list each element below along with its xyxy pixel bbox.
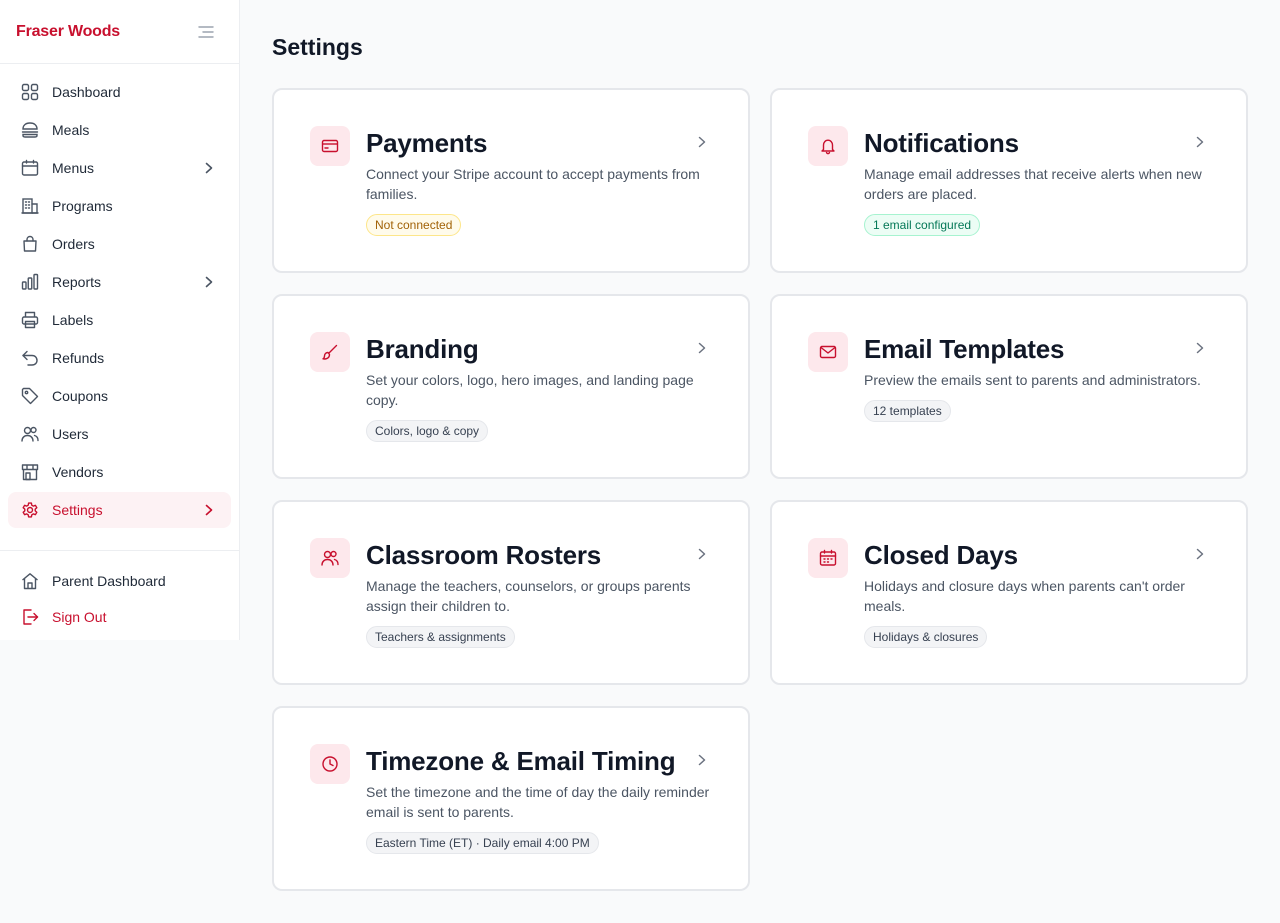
chevron-right-icon [1192,134,1208,150]
sidebar-item-label: Users [52,426,89,442]
sidebar-item-coupons[interactable]: Coupons [8,378,231,414]
menu-collapse-icon [198,25,214,38]
burger-icon [20,120,40,140]
status-badge: Not connected [366,214,462,236]
sidebar-item-vendors[interactable]: Vendors [8,454,231,490]
sidebar-item-refunds[interactable]: Refunds [8,340,231,376]
settings-card-branding[interactable]: Branding Set your colors, logo, hero ima… [272,294,750,479]
card-title: Email Templates [864,334,1065,364]
card-description: Preview the emails sent to parents and a… [864,372,1201,388]
sidebar-item-menus[interactable]: Menus [8,150,231,186]
mail-icon [808,332,848,372]
printer-icon [20,310,40,330]
chevron-right-icon [201,502,217,518]
card-title: Closed Days [864,540,1018,570]
settings-card-payments[interactable]: Payments Connect your Stripe account to … [272,88,750,273]
sidebar-item-label: Programs [52,198,113,214]
sidebar-item-users[interactable]: Users [8,416,231,452]
chevron-right-icon [694,752,710,768]
chevron-right-icon [1192,546,1208,562]
chevron-right-icon [694,546,710,562]
sign-out-button[interactable]: Sign Out [8,599,231,635]
sidebar-header: Fraser Woods [0,0,239,64]
store-icon [20,462,40,482]
card-description: Connect your Stripe account to accept pa… [366,166,700,202]
sidebar-item-reports[interactable]: Reports [8,264,231,300]
chevron-right-icon [694,134,710,150]
settings-card-email-templates[interactable]: Email Templates Preview the emails sent … [770,294,1248,479]
status-badge: Holidays & closures [864,626,988,648]
sidebar-item-parent-dashboard[interactable]: Parent Dashboard [8,563,231,599]
settings-card-timezone[interactable]: Timezone & Email Timing Set the timezone… [272,706,750,891]
card-description: Manage email addresses that receive aler… [864,166,1202,202]
sidebar-item-label: Parent Dashboard [52,573,166,589]
card-title: Payments [366,128,488,158]
sidebar-item-orders[interactable]: Orders [8,226,231,262]
chevron-right-icon [201,274,217,290]
sidebar-item-label: Settings [52,502,103,518]
building-icon [20,196,40,216]
sidebar-item-label: Reports [52,274,102,290]
status-badge: 12 templates [864,400,951,422]
credit-card-icon [310,126,350,166]
card-description: Set the timezone and the time of day the… [366,784,710,820]
sidebar-divider [0,550,239,551]
settings-card-classroom-rosters[interactable]: Classroom Rosters Manage the teachers, c… [272,500,750,685]
bell-icon [808,126,848,166]
calendar-icon [20,158,40,178]
sidebar-item-label: Menus [52,160,95,176]
card-title: Classroom Rosters [366,540,602,570]
sidebar-item-label: Coupons [52,388,109,404]
tag-icon [20,386,40,406]
status-badge: Colors, logo & copy [366,420,489,442]
users-icon [20,424,40,444]
sign-out-icon [20,607,40,627]
chevron-right-icon [694,340,710,356]
card-title: Notifications [864,128,1019,158]
collapse-sidebar-button[interactable] [197,23,215,41]
sidebar-item-label: Labels [52,312,94,328]
undo-icon [20,348,40,368]
shopping-bag-icon [20,234,40,254]
grid-icon [20,82,40,102]
users-icon [310,538,350,578]
chevron-right-icon [201,160,217,176]
status-badge: Eastern Time (ET) · Daily email 4:00 PM [366,832,599,854]
sidebar-item-labels[interactable]: Labels [8,302,231,338]
sidebar-item-label: Refunds [52,350,105,366]
settings-card-closed-days[interactable]: Closed Days Holidays and closure days wh… [770,500,1248,685]
page-title: Settings [272,34,363,60]
brand-logo[interactable]: Fraser Woods [16,23,120,41]
settings-card-notifications[interactable]: Notifications Manage email addresses tha… [770,88,1248,273]
sidebar-item-label: Orders [52,236,95,252]
sidebar-item-dashboard[interactable]: Dashboard [8,74,231,110]
sidebar-nav: Dashboard Meals Menus Programs Orders Re… [0,64,239,540]
sidebar-item-programs[interactable]: Programs [8,188,231,224]
sidebar-item-label: Vendors [52,464,104,480]
calendar-icon [808,538,848,578]
card-description: Manage the teachers, counselors, or grou… [366,578,691,614]
chevron-right-icon [1192,340,1208,356]
sidebar-item-meals[interactable]: Meals [8,112,231,148]
sidebar-item-label: Sign Out [52,609,107,625]
status-badge: Teachers & assignments [366,626,515,648]
sidebar: Fraser Woods Dashboard Meals Menus Progr… [0,0,240,640]
status-badge: 1 email configured [864,214,981,236]
card-description: Set your colors, logo, hero images, and … [366,372,694,408]
gear-icon [20,500,40,520]
bar-chart-icon [20,272,40,292]
paintbrush-icon [310,332,350,372]
card-title: Timezone & Email Timing [366,746,676,776]
sidebar-item-label: Meals [52,122,90,138]
home-icon [20,571,40,591]
clock-icon [310,744,350,784]
card-description: Holidays and closure days when parents c… [864,578,1185,614]
sidebar-bottom-nav: Parent Dashboard Sign Out [0,563,239,635]
sidebar-item-settings[interactable]: Settings [8,492,231,528]
sidebar-item-label: Dashboard [52,84,121,100]
card-title: Branding [366,334,479,364]
